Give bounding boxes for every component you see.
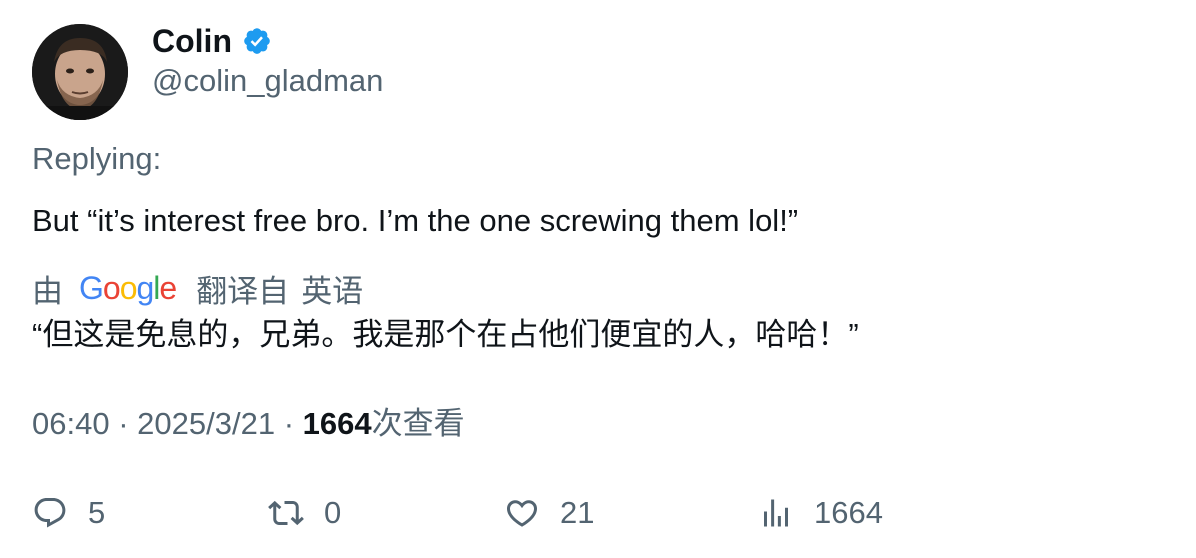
like-count: 21 <box>560 495 595 530</box>
google-logo-letter: G <box>79 269 104 306</box>
action-bar: 5 0 21 1664 <box>0 490 1196 536</box>
like-button[interactable]: 21 <box>504 490 594 536</box>
google-logo-letter: g <box>136 269 154 306</box>
views-button[interactable]: 1664 <box>758 490 883 536</box>
author-handle[interactable]: @colin_gladman <box>152 62 383 100</box>
views-label: 次查看 <box>371 406 465 441</box>
views-count: 1664 <box>302 406 372 441</box>
translation-from-label: 翻译自 <box>196 273 290 309</box>
heart-icon <box>506 500 538 527</box>
analytics-icon <box>764 499 788 527</box>
google-logo: G o o g l e <box>79 269 177 307</box>
reply-icon <box>34 498 66 528</box>
translation-attribution[interactable]: 由 G o o g l e 翻译自 英语 <box>32 266 363 310</box>
reply-button[interactable]: 5 <box>32 490 105 536</box>
author-display-name[interactable]: Colin <box>152 22 232 60</box>
retweet-count: 0 <box>324 495 342 530</box>
tweet-meta: 06:40 · 2025/3/21 · 1664次查看 <box>32 404 465 444</box>
verified-badge-icon <box>242 26 272 56</box>
translation-by-label: 由 <box>32 273 63 309</box>
tweet-date[interactable]: 2025/3/21 <box>137 406 275 441</box>
meta-separator: · <box>118 406 129 441</box>
google-logo-letter: o <box>102 269 121 306</box>
tweet-card: Colin @colin_gladman Replying: But “it’s… <box>0 0 1196 558</box>
translation-source-language: 英语 <box>301 273 364 309</box>
views-action-count: 1664 <box>814 495 883 530</box>
tweet-time[interactable]: 06:40 <box>32 406 110 441</box>
replying-label: Replying: <box>32 141 162 176</box>
tweet-text: But “it’s interest free bro. I’m the one… <box>32 203 799 238</box>
translated-tweet-text: “但这是免息的，兄弟。我是那个在占他们便宜的人，哈哈！” <box>32 317 859 352</box>
google-logo-letter: e <box>159 269 177 306</box>
google-logo-letter: o <box>119 269 138 306</box>
retweet-button[interactable]: 0 <box>268 490 341 536</box>
author-display-name-row[interactable]: Colin <box>152 22 272 60</box>
avatar[interactable] <box>32 24 128 120</box>
reply-count: 5 <box>88 495 106 530</box>
meta-separator: · <box>283 406 295 441</box>
retweet-icon <box>268 500 304 526</box>
avatar-image <box>32 24 128 120</box>
